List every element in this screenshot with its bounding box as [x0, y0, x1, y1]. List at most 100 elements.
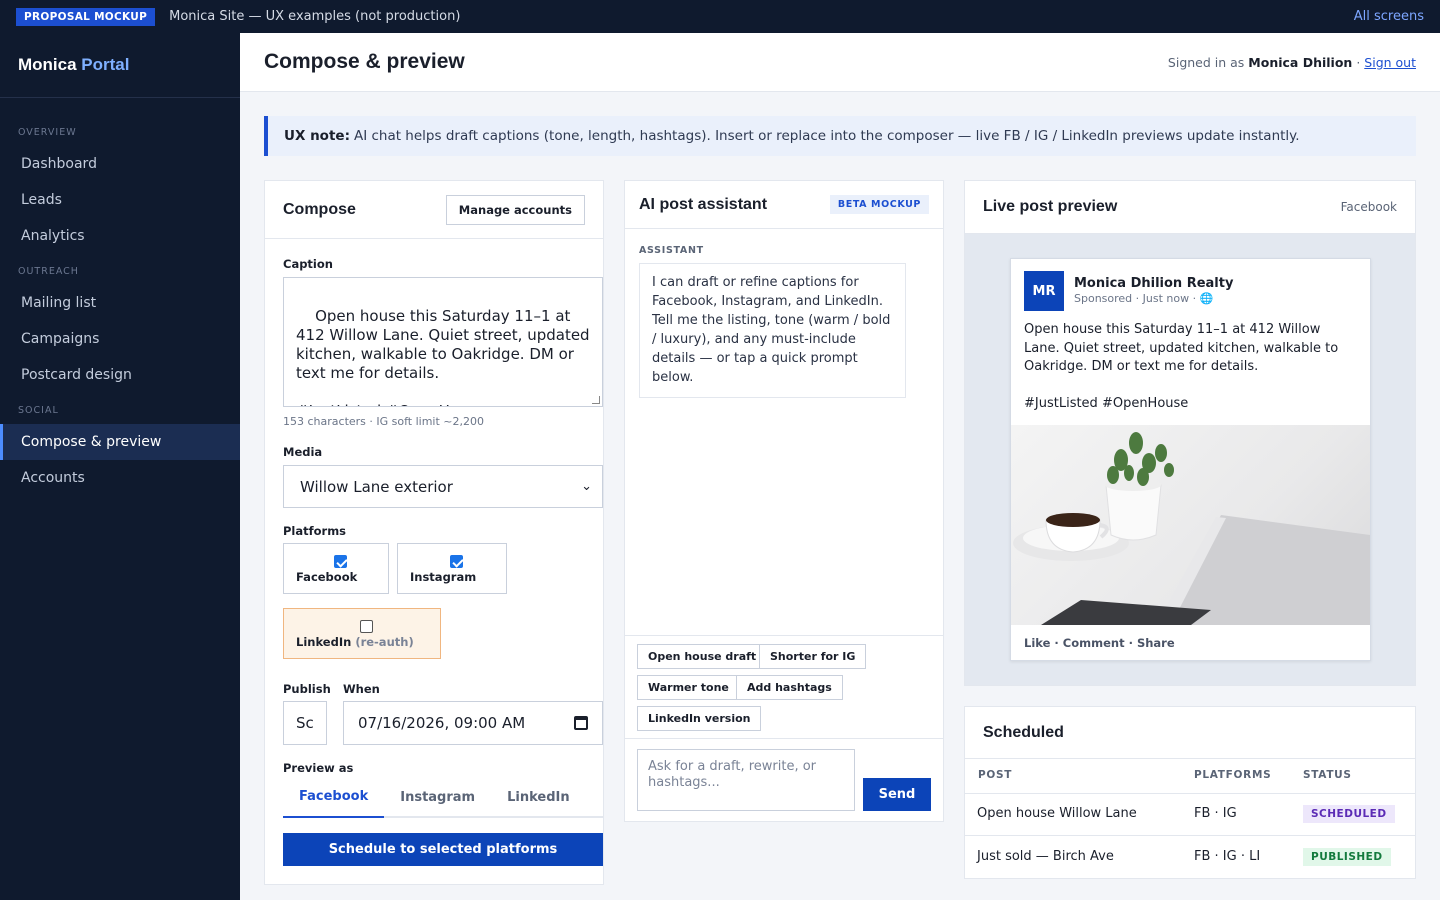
post-text: Open house this Saturday 11–1 at 412 Wil…: [1024, 322, 1339, 411]
chip-linkedin-version[interactable]: LinkedIn version: [637, 706, 762, 731]
quick-prompts: Open house draft Shorter for IG Warmer t…: [625, 635, 943, 739]
sidebar-item-dashboard[interactable]: Dashboard: [0, 146, 240, 182]
linkedin-checkbox[interactable]: [360, 620, 373, 633]
caption-value: Open house this Saturday 11–1 at 412 Wil…: [296, 307, 590, 406]
compose-panel: Compose Manage accounts Caption Open hou…: [264, 180, 604, 885]
resize-grip-icon[interactable]: [592, 396, 600, 404]
publish-value: Sc: [296, 714, 314, 732]
linkedin-label-text: LinkedIn: [296, 635, 352, 649]
ux-note-text: AI chat helps draft captions (tone, leng…: [353, 128, 1300, 144]
platform-linkedin-label: LinkedIn (re-auth): [296, 635, 414, 649]
post-meta: Sponsored · Just now · 🌐: [1074, 292, 1214, 305]
send-button[interactable]: Send: [863, 778, 931, 811]
assistant-input[interactable]: Ask for a draft, rewrite, or hashtags...: [637, 749, 855, 811]
platform-instagram-label: Instagram: [410, 570, 477, 584]
brand-main: Monica: [18, 55, 77, 74]
sign-out-link[interactable]: Sign out: [1364, 55, 1416, 70]
when-datetime-input[interactable]: 07/16/2026, 09:00 AM: [343, 701, 603, 745]
chip-warmer-tone[interactable]: Warmer tone: [637, 675, 740, 700]
media-select[interactable]: Willow Lane exterior ⌄: [283, 465, 603, 508]
sidebar-item-accounts[interactable]: Accounts: [0, 460, 240, 496]
platforms-label: Platforms: [283, 524, 347, 538]
nav-section-outreach: OUTREACH: [18, 266, 79, 277]
live-preview-panel: Live post preview Facebook MR Monica Dhi…: [964, 180, 1416, 686]
row-platforms: FB · IG: [1194, 806, 1237, 821]
all-screens-link[interactable]: All screens: [1354, 9, 1424, 24]
platform-facebook-label: Facebook: [296, 570, 358, 584]
preview-title: Live post preview: [983, 198, 1118, 215]
scheduled-panel: Scheduled POST PLATFORMS STATUS Open hou…: [964, 706, 1416, 879]
avatar: MR: [1024, 271, 1064, 311]
tab-instagram[interactable]: Instagram: [384, 777, 491, 818]
manage-accounts-button[interactable]: Manage accounts: [445, 194, 585, 225]
row-platforms: FB · IG · LI: [1194, 849, 1261, 864]
facebook-checkbox[interactable]: [334, 555, 347, 568]
ai-assistant-panel: AI post assistant BETA MOCKUP ASSISTANT …: [624, 180, 944, 822]
row-divider: [965, 793, 1415, 794]
sidebar-item-campaigns[interactable]: Campaigns: [0, 321, 240, 357]
chip-open-house-draft[interactable]: Open house draft: [637, 644, 768, 669]
caption-textarea[interactable]: Open house this Saturday 11–1 at 412 Wil…: [283, 277, 603, 407]
page-title: Compose & preview: [264, 50, 465, 73]
compose-title: Compose: [283, 200, 356, 218]
ux-note: UX note: AI chat helps draft captions (t…: [264, 116, 1416, 156]
sidebar-item-compose-preview[interactable]: Compose & preview: [0, 424, 240, 460]
preview-tabs: Facebook Instagram LinkedIn: [283, 777, 603, 818]
row-divider: [965, 835, 1415, 836]
status-badge: PUBLISHED: [1303, 848, 1391, 866]
platform-linkedin[interactable]: LinkedIn (re-auth): [283, 608, 441, 659]
brand-logo[interactable]: Monica Portal: [0, 33, 240, 98]
topbar-title: Monica Site — UX examples (not productio…: [169, 9, 461, 24]
status-badge: SCHEDULED: [1303, 805, 1395, 823]
proposal-topbar: PROPOSAL MOCKUP Monica Site — UX example…: [0, 0, 1440, 33]
nav-section-overview: OVERVIEW: [18, 127, 77, 138]
publish-select[interactable]: Sc: [283, 701, 327, 745]
beta-badge: BETA MOCKUP: [829, 195, 929, 214]
sidebar-item-analytics[interactable]: Analytics: [0, 218, 240, 254]
tab-facebook[interactable]: Facebook: [283, 777, 385, 818]
ux-note-label: UX note:: [284, 128, 350, 144]
publish-label: Publish: [283, 682, 331, 696]
nav-section-social: SOCIAL: [18, 405, 59, 416]
media-label: Media: [283, 445, 323, 459]
platform-instagram[interactable]: Instagram: [397, 543, 507, 594]
sidebar-item-leads[interactable]: Leads: [0, 182, 240, 218]
page-name: Monica Dhilion Realty: [1074, 276, 1234, 291]
photo-illustration: [1013, 432, 1370, 625]
preview-platform-name: Facebook: [1340, 200, 1397, 214]
chip-add-hashtags[interactable]: Add hashtags: [736, 675, 843, 700]
separator: ·: [1356, 54, 1361, 70]
main-header: Compose & preview Signed in as Monica Dh…: [240, 33, 1440, 92]
instagram-checkbox[interactable]: [450, 555, 463, 568]
facebook-post-card: MR Monica Dhilion Realty Sponsored · Jus…: [1010, 258, 1371, 661]
chevron-down-icon: ⌄: [581, 479, 592, 494]
calendar-icon[interactable]: [574, 716, 588, 730]
col-platforms: PLATFORMS: [1194, 769, 1272, 781]
media-value: Willow Lane exterior: [300, 477, 453, 496]
sidebar: Monica Portal OVERVIEW Dashboard Leads A…: [0, 33, 240, 900]
post-photo: [1011, 425, 1370, 625]
platform-facebook[interactable]: Facebook: [283, 543, 389, 594]
brand-accent: Portal: [81, 55, 130, 74]
sidebar-item-postcard-design[interactable]: Postcard design: [0, 357, 240, 393]
post-actions[interactable]: Like · Comment · Share: [1024, 636, 1175, 650]
assistant-role-label: ASSISTANT: [639, 245, 704, 256]
proposal-badge: PROPOSAL MOCKUP: [16, 7, 156, 26]
tab-linkedin[interactable]: LinkedIn: [491, 777, 586, 818]
row-post: Open house Willow Lane: [977, 806, 1137, 821]
col-status: STATUS: [1303, 769, 1352, 781]
signed-in-prefix: Signed in as: [1167, 54, 1245, 70]
schedule-button[interactable]: Schedule to selected platforms: [283, 833, 603, 866]
signed-in-info: Signed in as Monica Dhilion · Sign out: [1168, 55, 1416, 70]
chip-shorter-for-ig[interactable]: Shorter for IG: [759, 644, 867, 669]
caption-label: Caption: [283, 257, 333, 271]
preview-as-label: Preview as: [283, 761, 354, 775]
char-count-hint: 153 characters · IG soft limit ~2,200: [283, 415, 485, 428]
scheduled-title: Scheduled: [983, 723, 1064, 741]
row-post: Just sold — Birch Ave: [977, 849, 1114, 864]
linkedin-reauth-note: (re-auth): [355, 635, 414, 649]
when-value: 07/16/2026, 09:00 AM: [358, 714, 526, 732]
sidebar-item-mailing-list[interactable]: Mailing list: [0, 285, 240, 321]
user-name: Monica Dhilion: [1248, 54, 1353, 70]
assistant-title: AI post assistant: [639, 195, 768, 213]
